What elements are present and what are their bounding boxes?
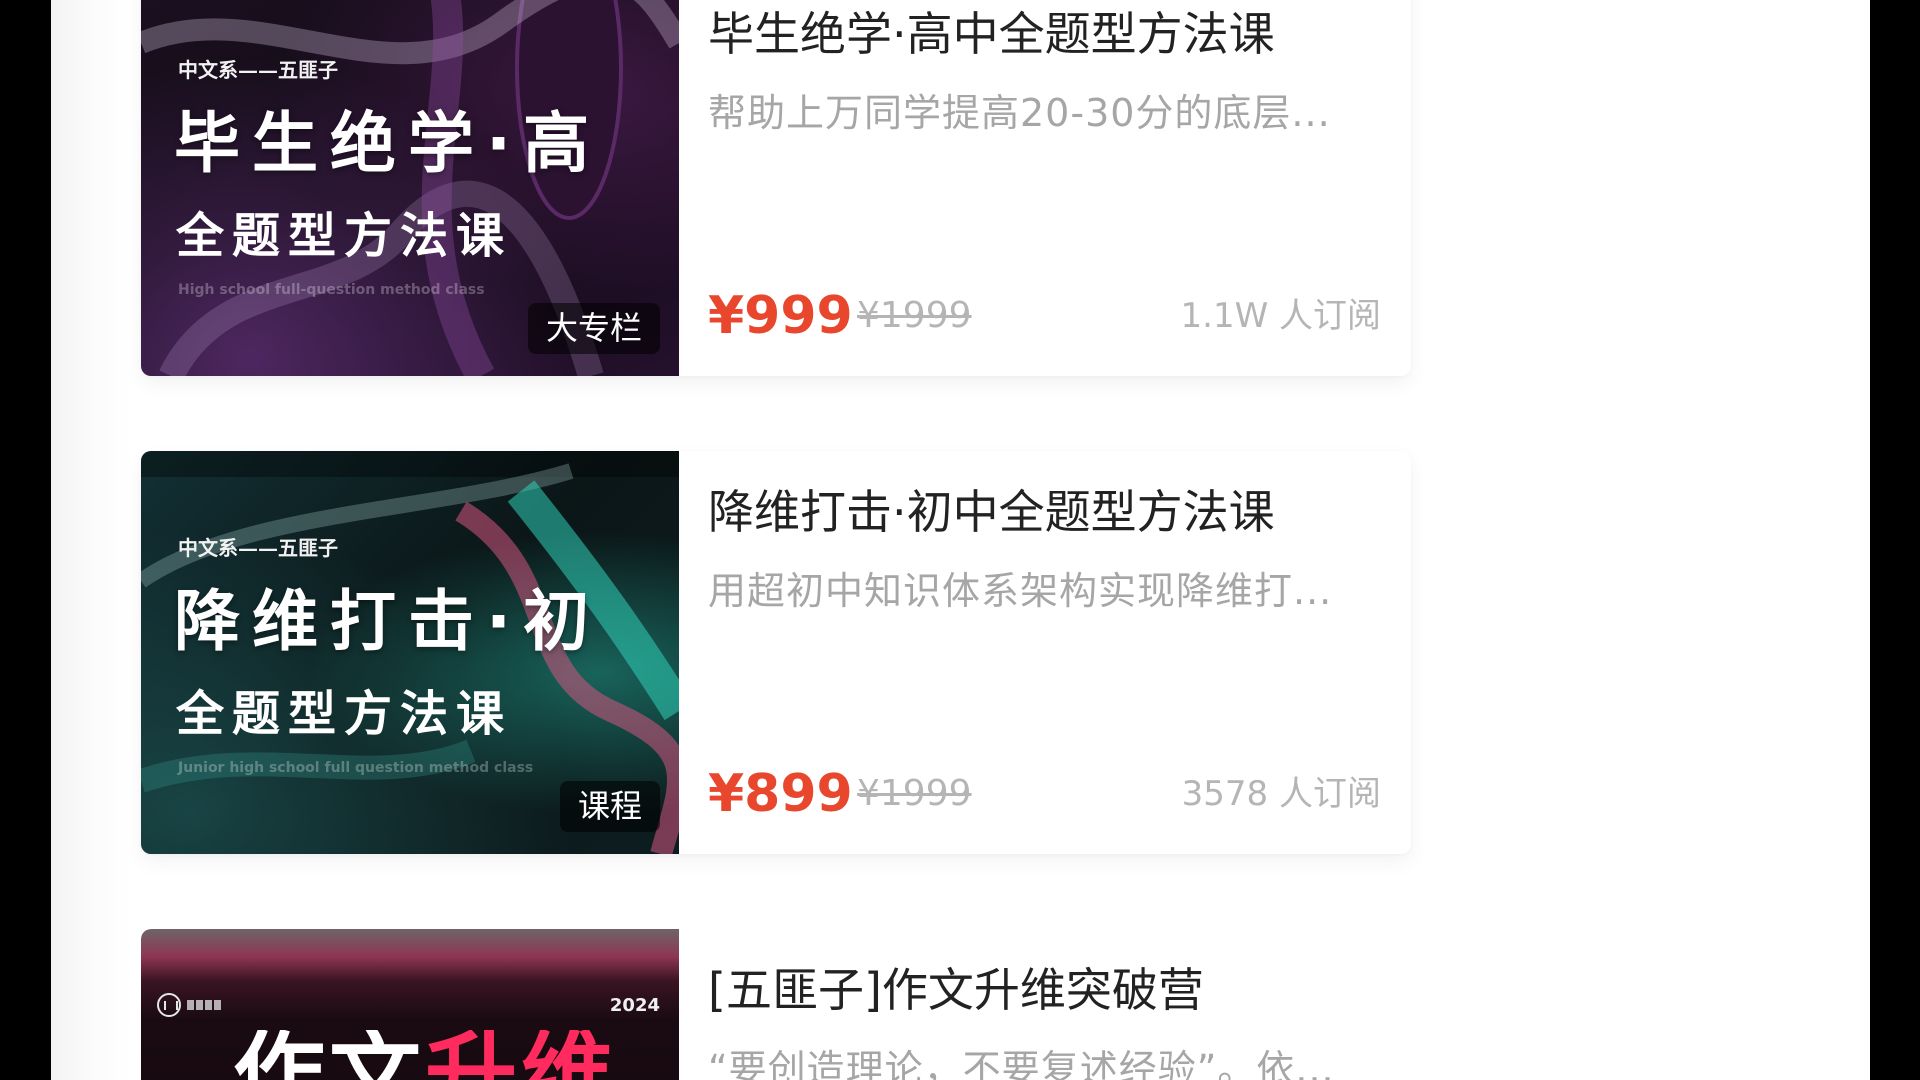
course-card[interactable]: 2024 作文升维 [五匪子]作文升维突破营 “要创造理论，不要复述经验”。依.… — [141, 929, 1411, 1080]
cover-subline: 全题型方法课 — [176, 208, 513, 264]
course-subscriber-count: 3578 人订阅 — [1181, 774, 1381, 814]
course-card[interactable]: 中文系——五匪子 毕生绝学·高 全题型方法课 High school full-… — [141, 0, 1411, 376]
cover-subline: 全题型方法课 — [176, 686, 513, 742]
course-price: ¥899 — [708, 764, 853, 824]
course-price: ¥999 — [708, 286, 853, 346]
right-bezel — [1870, 0, 1920, 1080]
course-title: 降维打击·初中全题型方法课 — [708, 485, 1275, 539]
course-title: 毕生绝学·高中全题型方法课 — [708, 7, 1275, 61]
course-original-price: ¥1999 — [857, 773, 972, 814]
course-card[interactable]: 中文系——五匪子 降维打击·初 全题型方法课 Junior high schoo… — [141, 451, 1411, 854]
course-cover-image: 2024 作文升维 — [141, 929, 679, 1080]
cover-headline-accent: 升维 — [425, 1030, 617, 1080]
cover-headline-clip: 作文升维 — [233, 1030, 663, 1080]
phone-screen-capture: 中文系——五匪子 毕生绝学·高 全题型方法课 High school full-… — [0, 0, 1920, 1080]
brand-logo-wordmark — [187, 1000, 221, 1010]
course-type-badge: 课程 — [559, 781, 660, 832]
course-original-price: ¥1999 — [857, 295, 972, 336]
course-cover-image: 中文系——五匪子 毕生绝学·高 全题型方法课 High school full-… — [141, 0, 679, 376]
cover-english-line: High school full-question method class — [178, 282, 485, 298]
course-subtitle: 用超初中知识体系架构实现降维打... — [708, 569, 1333, 613]
cover-year: 2024 — [609, 995, 660, 1016]
cover-author-line: 中文系——五匪子 — [178, 536, 338, 560]
course-subscriber-count: 1.1W 人订阅 — [1180, 296, 1382, 336]
left-bezel — [0, 0, 51, 1080]
cover-headline: 毕生绝学·高 — [174, 105, 602, 182]
brand-logo-mark — [157, 993, 181, 1017]
cover-english-line: Junior high school full question method … — [178, 760, 534, 776]
course-type-badge: 大专栏 — [527, 303, 660, 354]
cover-headline: 降维打击·初 — [174, 583, 602, 660]
cover-headline: 作文升维 — [233, 1030, 663, 1080]
cover-author-line: 中文系——五匪子 — [178, 58, 338, 82]
course-subtitle: 帮助上万同学提高20-30分的底层... — [708, 91, 1331, 135]
course-title: [五匪子]作文升维突破营 — [708, 963, 1204, 1017]
cover-top-band — [141, 451, 679, 477]
cover-headline-main: 作文 — [233, 1030, 425, 1080]
brand-logo-icon — [157, 993, 227, 1019]
course-cover-image: 中文系——五匪子 降维打击·初 全题型方法课 Junior high schoo… — [141, 451, 679, 854]
course-subtitle: “要创造理论，不要复述经验”。依... — [708, 1047, 1335, 1080]
